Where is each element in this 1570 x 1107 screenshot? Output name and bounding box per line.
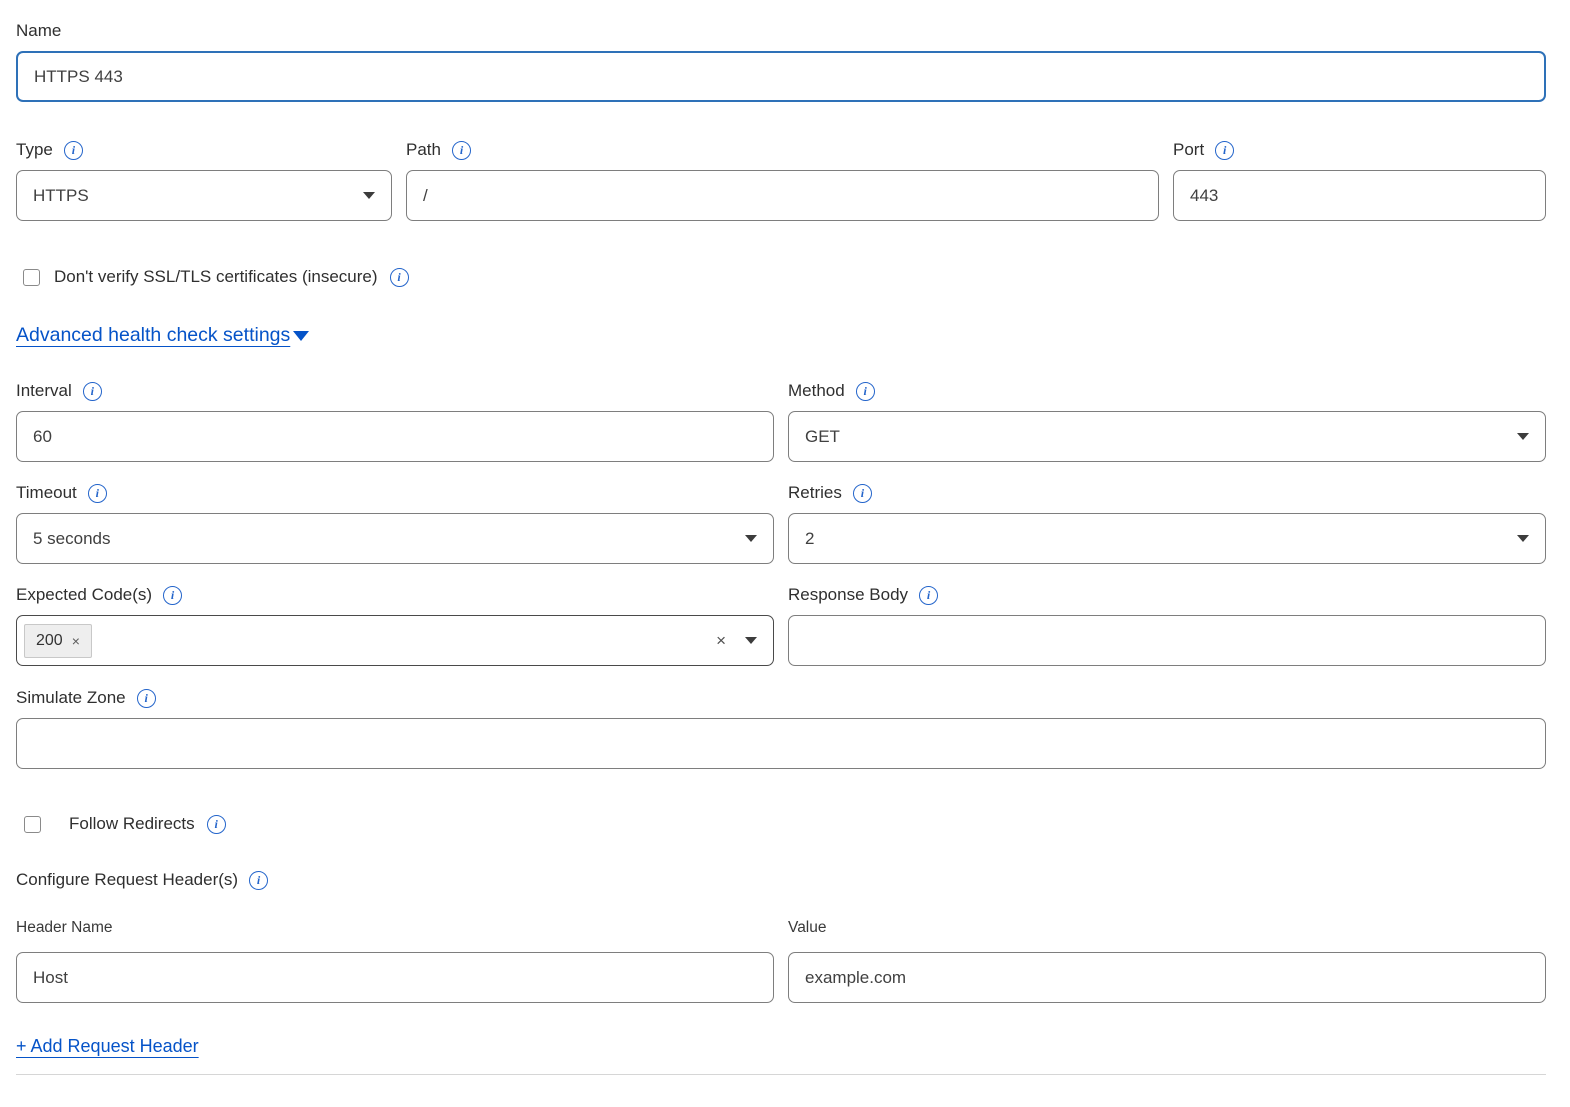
port-label-text: Port: [1173, 139, 1204, 161]
type-label: Type: [16, 139, 392, 161]
info-icon[interactable]: [83, 382, 102, 401]
path-input[interactable]: [406, 170, 1159, 221]
info-icon[interactable]: [1215, 141, 1234, 160]
simulate-zone-input[interactable]: [16, 718, 1546, 769]
chevron-down-icon: [1517, 535, 1529, 542]
method-select-value: GET: [805, 427, 840, 447]
info-icon[interactable]: [390, 268, 409, 287]
chevron-down-icon: [1517, 433, 1529, 440]
name-label: Name: [16, 20, 1546, 42]
simulate-zone-label: Simulate Zone: [16, 687, 1546, 709]
path-label: Path: [406, 139, 1159, 161]
port-input[interactable]: [1173, 170, 1546, 221]
header-value-column-label: Value: [788, 918, 1546, 938]
method-label-text: Method: [788, 380, 845, 402]
retries-select[interactable]: 2: [788, 513, 1546, 564]
method-select[interactable]: GET: [788, 411, 1546, 462]
advanced-settings-label: Advanced health check settings: [16, 324, 290, 347]
type-select[interactable]: HTTPS: [16, 170, 392, 221]
expected-code-tag: 200: [24, 624, 92, 658]
chevron-down-icon[interactable]: [745, 637, 757, 644]
response-body-label-text: Response Body: [788, 584, 908, 606]
timeout-label-text: Timeout: [16, 482, 77, 504]
simulate-zone-label-text: Simulate Zone: [16, 687, 126, 709]
info-icon[interactable]: [249, 871, 268, 890]
chevron-down-icon: [745, 535, 757, 542]
type-select-value: HTTPS: [33, 186, 89, 206]
caret-down-icon: [293, 331, 309, 341]
header-name-column-label: Header Name: [16, 918, 774, 938]
info-icon[interactable]: [207, 815, 226, 834]
clear-icon[interactable]: [716, 632, 726, 649]
retries-label: Retries: [788, 482, 1546, 504]
port-label: Port: [1173, 139, 1546, 161]
name-label-text: Name: [16, 20, 61, 42]
timeout-select-value: 5 seconds: [33, 529, 111, 549]
interval-label: Interval: [16, 380, 774, 402]
info-icon[interactable]: [919, 586, 938, 605]
verify-ssl-checkbox[interactable]: [23, 269, 40, 286]
verify-ssl-label: Don't verify SSL/TLS certificates (insec…: [54, 267, 378, 287]
remove-tag-icon[interactable]: [72, 634, 80, 648]
timeout-select[interactable]: 5 seconds: [16, 513, 774, 564]
request-headers-section-label-text: Configure Request Header(s): [16, 869, 238, 891]
chevron-down-icon: [363, 192, 375, 199]
response-body-label: Response Body: [788, 584, 1546, 606]
follow-redirects-checkbox[interactable]: [24, 816, 41, 833]
expected-code-tag-text: 200: [36, 632, 63, 650]
name-input[interactable]: [16, 51, 1546, 102]
health-check-form: Name Type HTTPS Path Port: [0, 0, 1570, 1075]
follow-redirects-label: Follow Redirects: [69, 814, 195, 834]
interval-input[interactable]: [16, 411, 774, 462]
info-icon[interactable]: [163, 586, 182, 605]
header-value-input[interactable]: [788, 952, 1546, 1003]
info-icon[interactable]: [452, 141, 471, 160]
expected-codes-label: Expected Code(s): [16, 584, 774, 606]
retries-label-text: Retries: [788, 482, 842, 504]
request-headers-section-label: Configure Request Header(s): [16, 869, 1546, 891]
section-divider: [16, 1074, 1546, 1075]
expected-codes-multiselect[interactable]: 200: [16, 615, 774, 666]
info-icon[interactable]: [856, 382, 875, 401]
add-request-header-link[interactable]: + Add Request Header: [16, 1036, 199, 1057]
advanced-settings-toggle[interactable]: Advanced health check settings: [16, 324, 309, 347]
info-icon[interactable]: [88, 484, 107, 503]
interval-label-text: Interval: [16, 380, 72, 402]
header-name-input[interactable]: [16, 952, 774, 1003]
method-label: Method: [788, 380, 1546, 402]
path-label-text: Path: [406, 139, 441, 161]
request-header-row: Header Name Value: [16, 918, 1546, 1003]
info-icon[interactable]: [853, 484, 872, 503]
info-icon[interactable]: [64, 141, 83, 160]
info-icon[interactable]: [137, 689, 156, 708]
timeout-label: Timeout: [16, 482, 774, 504]
type-label-text: Type: [16, 139, 53, 161]
response-body-input[interactable]: [788, 615, 1546, 666]
retries-select-value: 2: [805, 529, 814, 549]
expected-codes-label-text: Expected Code(s): [16, 584, 152, 606]
